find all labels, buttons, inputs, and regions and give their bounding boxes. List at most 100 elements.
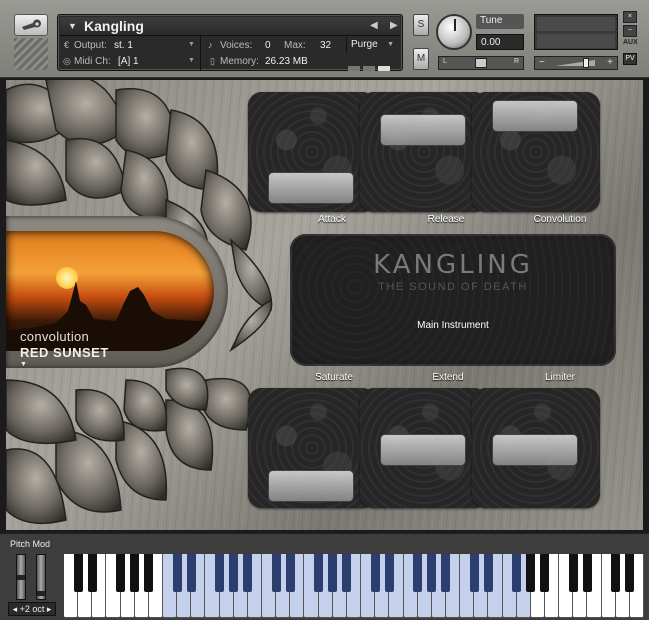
octave-value: +2 oct xyxy=(19,604,45,614)
piano-black-key[interactable] xyxy=(328,554,338,592)
convolution-handle[interactable] xyxy=(492,100,578,132)
octave-down-icon[interactable]: ◂ xyxy=(13,603,18,615)
release-handle[interactable] xyxy=(380,114,466,146)
piano-black-key[interactable] xyxy=(483,554,493,592)
keyboard-section: Pitch Mod ◂ +2 oct ▸ xyxy=(0,533,649,620)
piano-black-key[interactable] xyxy=(384,554,394,592)
mod-wheel[interactable] xyxy=(36,554,46,600)
output-dropdown-icon[interactable]: ▼ xyxy=(188,41,195,48)
solo-button[interactable]: S xyxy=(413,14,429,36)
saturate-handle[interactable] xyxy=(268,470,354,502)
piano-black-key[interactable] xyxy=(469,554,479,592)
piano-black-key[interactable] xyxy=(512,554,522,592)
attack-slider[interactable] xyxy=(248,92,376,212)
extend-slider[interactable] xyxy=(360,388,488,508)
max-voices-value[interactable]: 32 xyxy=(320,40,331,51)
brand-tagline: THE SOUND OF DEATH xyxy=(378,281,528,293)
extend-label: Extend xyxy=(432,372,464,383)
preset-type-label: convolution xyxy=(20,329,90,344)
piano-black-key[interactable] xyxy=(568,554,578,592)
output-icon: € xyxy=(64,40,70,50)
piano-black-key[interactable] xyxy=(413,554,423,592)
collapse-arrow-icon[interactable]: ▼ xyxy=(68,21,77,31)
mute-button[interactable]: M xyxy=(413,48,429,70)
instrument-info-panel: ▼ Kangling ◀ ▶ € Output: st. 1 ▼ ♪ Voice… xyxy=(57,14,403,71)
tune-knob[interactable] xyxy=(436,14,472,50)
close-icon[interactable]: × xyxy=(623,11,637,23)
title-row: ▼ Kangling ◀ ▶ xyxy=(60,17,400,36)
midi-label: Midi Ch: xyxy=(74,56,111,67)
volume-slider[interactable]: − + xyxy=(534,56,618,70)
octave-selector[interactable]: ◂ +2 oct ▸ xyxy=(8,602,56,616)
main-instrument-label: Main Instrument xyxy=(417,320,489,331)
brand-title: KANGLING xyxy=(373,250,533,280)
attack-handle[interactable] xyxy=(268,172,354,204)
instrument-name[interactable]: Kangling xyxy=(84,18,144,34)
wrench-icon[interactable] xyxy=(14,14,48,36)
piano-black-key[interactable] xyxy=(271,554,281,592)
piano-black-key[interactable] xyxy=(144,554,154,592)
volume-ramp xyxy=(555,60,595,66)
next-instrument-icon[interactable]: ▶ xyxy=(390,20,398,31)
saturate-slider[interactable] xyxy=(248,388,376,508)
piano-black-key[interactable] xyxy=(243,554,253,592)
piano-keyboard[interactable] xyxy=(64,554,644,618)
piano-black-key[interactable] xyxy=(427,554,437,592)
piano-black-key[interactable] xyxy=(441,554,451,592)
piano-black-key[interactable] xyxy=(314,554,324,592)
release-slider[interactable] xyxy=(360,92,488,212)
memory-value: 26.23 MB xyxy=(265,56,308,67)
octave-up-icon[interactable]: ▸ xyxy=(47,603,52,615)
limiter-slider[interactable] xyxy=(472,388,600,508)
volume-plus-icon: + xyxy=(607,57,613,68)
volume-handle[interactable] xyxy=(583,58,589,68)
piano-black-key[interactable] xyxy=(130,554,140,592)
prev-instrument-icon[interactable]: ◀ xyxy=(370,20,378,31)
convolution-slider[interactable] xyxy=(472,92,600,212)
max-label: Max: xyxy=(284,40,306,51)
piano-black-key[interactable] xyxy=(625,554,635,592)
preset-name[interactable]: RED SUNSET xyxy=(20,345,109,360)
purge-status-indicators xyxy=(348,58,398,71)
tune-label: Tune xyxy=(476,14,524,29)
piano-black-key[interactable] xyxy=(116,554,126,592)
pan-slider[interactable]: L R xyxy=(438,56,524,70)
piano-black-key[interactable] xyxy=(172,554,182,592)
piano-black-key[interactable] xyxy=(370,554,380,592)
piano-black-key[interactable] xyxy=(285,554,295,592)
output-select[interactable]: st. 1 xyxy=(114,40,133,51)
midi-dropdown-icon[interactable]: ▼ xyxy=(188,57,195,64)
limiter-handle[interactable] xyxy=(492,434,578,466)
piano-black-key[interactable] xyxy=(87,554,97,592)
pv-button[interactable]: PV xyxy=(623,53,637,65)
piano-black-key[interactable] xyxy=(540,554,550,592)
midi-channel-select[interactable]: [A] 1 xyxy=(118,56,139,67)
pitch-mod-label: Pitch Mod xyxy=(10,539,51,549)
minimize-icon[interactable]: − xyxy=(623,25,637,37)
piano-black-key[interactable] xyxy=(186,554,196,592)
piano-black-key[interactable] xyxy=(582,554,592,592)
extend-handle[interactable] xyxy=(380,434,466,466)
tune-value[interactable]: 0.00 xyxy=(476,34,524,50)
limiter-label: Limiter xyxy=(544,372,575,383)
piano-black-key[interactable] xyxy=(611,554,621,592)
piano-black-key[interactable] xyxy=(342,554,352,592)
pan-left-label: L xyxy=(443,58,447,65)
purge-button[interactable]: Purge ▼ xyxy=(346,37,398,53)
aux-button[interactable]: AUX xyxy=(623,39,638,51)
piano-black-key[interactable] xyxy=(215,554,225,592)
main-display: KANGLING THE SOUND OF DEATH Main Instrum… xyxy=(290,234,616,366)
output-level-meter xyxy=(534,14,618,50)
header-decoration xyxy=(14,38,48,70)
saturate-label: Saturate xyxy=(315,372,353,383)
release-label: Release xyxy=(427,214,465,225)
convolution-label: Convolution xyxy=(533,214,587,225)
piano-black-key[interactable] xyxy=(73,554,83,592)
volume-minus-icon: − xyxy=(539,57,545,68)
instrument-panel: convolution RED SUNSET ▼ Attack Release … xyxy=(6,80,643,530)
preset-dropdown-icon[interactable]: ▼ xyxy=(20,361,27,368)
piano-black-key[interactable] xyxy=(229,554,239,592)
piano-black-key[interactable] xyxy=(526,554,536,592)
pan-handle[interactable] xyxy=(475,58,487,68)
pitch-wheel[interactable] xyxy=(16,554,26,600)
